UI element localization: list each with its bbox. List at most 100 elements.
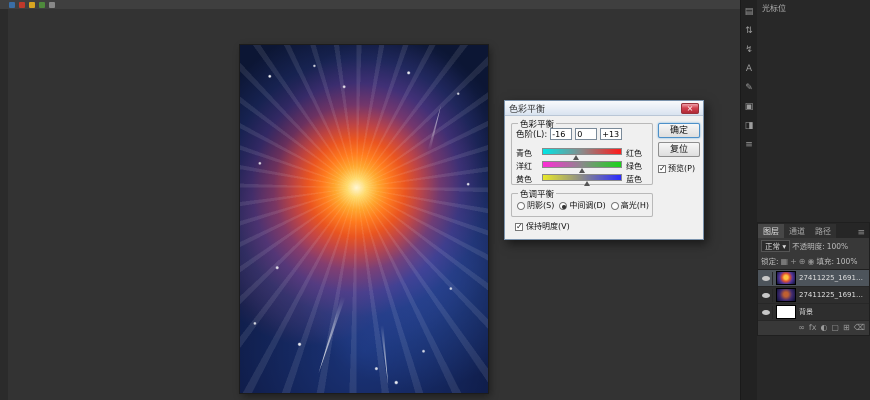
cyan-red-slider: 青色 红色 — [516, 146, 650, 159]
panel-menu-icon[interactable]: ≡ — [853, 228, 869, 238]
link-layers-icon[interactable]: ∞ — [798, 321, 805, 335]
yellow-blue-slider: 黄色 蓝色 — [516, 172, 650, 185]
layer-row-middle[interactable]: 27411225_169158335000_2 — [758, 287, 869, 304]
highlights-radio[interactable] — [611, 202, 619, 210]
layers-panel-footer: ∞ fx ◐ ▢ ⊞ ⌫ — [758, 321, 869, 335]
lock-label: 锁定: — [761, 256, 779, 267]
highlights-option[interactable]: 高光(H) — [611, 200, 649, 211]
tone-balance-group: 色调平衡 阴影(S) 中间调(D) 高光(H) — [511, 193, 653, 217]
green-label: 绿色 — [626, 161, 642, 172]
level-input-1[interactable] — [550, 128, 572, 140]
right-panel: 光标位 图层 通道 路径 ≡ 正常 ▾ 不透明度: 100% 锁定: ▦ + ⊕… — [757, 0, 870, 400]
tab-paths[interactable]: 路径 — [810, 224, 836, 238]
opacity-label: 不透明度: — [792, 241, 825, 252]
preview-label: 预览(P) — [668, 163, 695, 174]
magenta-green-slider: 洋红 绿色 — [516, 159, 650, 172]
panel-header-text: 光标位 — [757, 0, 870, 17]
pen-tool-icon[interactable]: ✎ — [743, 82, 756, 95]
layer-thumbnail[interactable] — [776, 271, 796, 285]
cyan-red-track[interactable] — [542, 148, 622, 155]
layer-mask-icon[interactable]: ▢ — [831, 321, 839, 335]
preview-checkbox[interactable] — [658, 165, 666, 173]
type-tool-icon[interactable]: A — [743, 63, 756, 76]
chevron-down-icon: ▾ — [782, 242, 786, 251]
tab-channels[interactable]: 通道 — [784, 224, 810, 238]
lock-all-icon[interactable]: ◉ — [808, 257, 815, 266]
shape-tool-icon[interactable]: ▣ — [743, 101, 756, 114]
layer-list: 27411225_169158335000_2 副本 27411225_1691… — [758, 269, 869, 321]
layer-row-top[interactable]: 27411225_169158335000_2 副本 — [758, 270, 869, 287]
magenta-label: 洋红 — [516, 161, 532, 172]
layer-name: 27411225_169158335000_2 副本 — [799, 273, 867, 283]
layer-thumbnail[interactable] — [776, 288, 796, 302]
keep-luminosity-option[interactable]: 保持明度(V) — [515, 221, 570, 232]
left-edge-strip — [0, 9, 8, 400]
blend-opacity-row: 正常 ▾ 不透明度: 100% — [758, 238, 869, 254]
tab-layers[interactable]: 图层 — [758, 224, 784, 238]
new-layer-icon[interactable]: ⊞ — [843, 321, 850, 335]
yellow-blue-track[interactable] — [542, 174, 622, 181]
lock-pixels-icon[interactable]: + — [790, 257, 797, 266]
visibility-eye-icon[interactable] — [760, 289, 773, 302]
tone-balance-group-label: 色调平衡 — [518, 188, 556, 200]
magenta-green-track[interactable] — [542, 161, 622, 168]
app-icon-green[interactable] — [39, 2, 45, 8]
app-icon-gray[interactable] — [49, 2, 55, 8]
grid-tool-icon[interactable]: ▤ — [743, 6, 756, 19]
app-icon-red[interactable] — [19, 2, 25, 8]
red-label: 红色 — [626, 148, 642, 159]
swap-tool-icon[interactable]: ⇅ — [743, 25, 756, 38]
cyan-label: 青色 — [516, 148, 532, 159]
fill-label: 填充: — [816, 256, 834, 267]
blend-mode-select[interactable]: 正常 ▾ — [761, 240, 790, 252]
keep-luminosity-label: 保持明度(V) — [526, 221, 570, 232]
fill-value[interactable]: 100% — [836, 257, 857, 266]
keep-luminosity-checkbox[interactable] — [515, 223, 523, 231]
preview-option[interactable]: 预览(P) — [658, 163, 695, 174]
reset-button[interactable]: 复位 — [658, 142, 700, 157]
artwork-streak — [312, 295, 350, 375]
levels-label: 色阶(L): — [516, 128, 547, 140]
color-balance-group: 色彩平衡 色阶(L): 青色 红色 洋红 绿色 黄色 蓝色 — [511, 123, 653, 185]
layer-name: 27411225_169158335000_2 — [799, 291, 867, 299]
slider-thumb-icon[interactable] — [584, 181, 590, 186]
adjustment-layer-icon[interactable]: ◐ — [820, 321, 827, 335]
menu-tool-icon[interactable]: ≡ — [743, 139, 756, 152]
app-icon-blue[interactable] — [9, 2, 15, 8]
shadows-option[interactable]: 阴影(S) — [517, 200, 554, 211]
shadows-radio[interactable] — [517, 202, 525, 210]
artwork-streak — [424, 104, 446, 151]
opacity-value[interactable]: 100% — [827, 242, 848, 251]
level-input-3[interactable] — [600, 128, 622, 140]
blend-mode-value: 正常 — [765, 242, 780, 251]
layers-panel: 图层 通道 路径 ≡ 正常 ▾ 不透明度: 100% 锁定: ▦ + ⊕ ◉ 填… — [757, 222, 870, 336]
panel-dock-toolstrip: ▤ ⇅ ↯ A ✎ ▣ ◨ ≡ — [740, 0, 757, 400]
app-icon-yellow[interactable] — [29, 2, 35, 8]
midtones-radio[interactable] — [559, 202, 567, 210]
tone-options-row: 阴影(S) 中间调(D) 高光(H) — [517, 200, 649, 211]
layer-thumbnail[interactable] — [776, 305, 796, 319]
arrow-tool-icon[interactable]: ↯ — [743, 44, 756, 57]
blue-label: 蓝色 — [626, 174, 642, 185]
panel-tool-icon[interactable]: ◨ — [743, 120, 756, 133]
layers-tab-bar: 图层 通道 路径 ≡ — [758, 223, 869, 238]
visibility-eye-icon[interactable] — [760, 272, 773, 285]
ok-button[interactable]: 确定 — [658, 123, 700, 138]
visibility-eye-icon[interactable] — [760, 306, 773, 319]
highlights-label: 高光(H) — [621, 200, 649, 211]
layer-name: 背景 — [799, 307, 867, 317]
yellow-label: 黄色 — [516, 174, 532, 185]
dialog-titlebar[interactable]: 色彩平衡 × — [505, 101, 703, 116]
layer-row-background[interactable]: 背景 — [758, 304, 869, 321]
lock-position-icon[interactable]: ⊕ — [799, 257, 806, 266]
delete-layer-icon[interactable]: ⌫ — [854, 321, 865, 335]
close-icon[interactable]: × — [681, 103, 699, 114]
artwork-streak — [377, 325, 393, 386]
level-input-2[interactable] — [575, 128, 597, 140]
levels-row: 色阶(L): — [516, 128, 622, 140]
artwork-image — [240, 45, 488, 393]
lock-transparency-icon[interactable]: ▦ — [781, 257, 789, 266]
midtones-option[interactable]: 中间调(D) — [559, 200, 605, 211]
layer-effects-icon[interactable]: fx — [809, 321, 817, 335]
color-balance-dialog: 色彩平衡 × 色彩平衡 色阶(L): 青色 红色 洋红 绿色 黄色 蓝色 — [504, 100, 704, 240]
